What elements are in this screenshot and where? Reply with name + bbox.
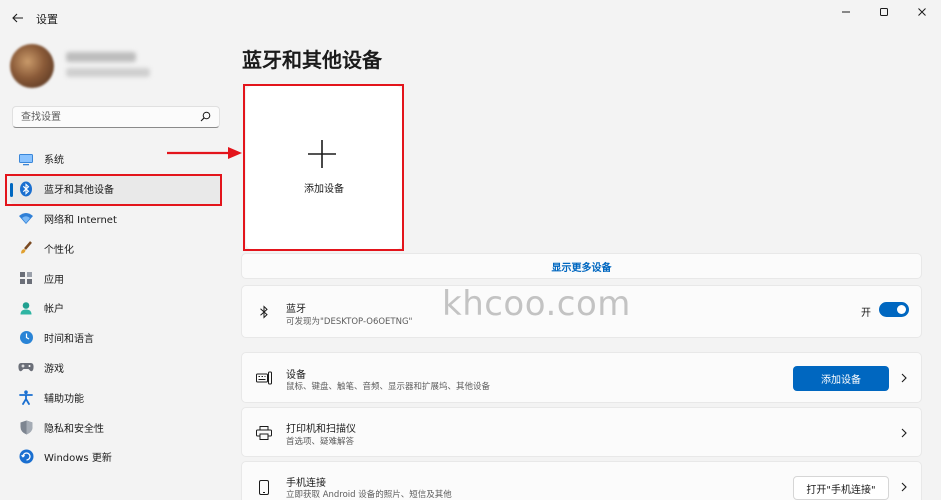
window-controls [827,0,941,24]
watermark: khcoo.com [442,284,631,324]
account-icon [18,300,34,316]
add-device-button[interactable]: 添加设备 [793,366,889,391]
title-bar: 设置 [0,0,941,36]
keyboard-speaker-icon [256,370,272,386]
phone-link-card[interactable]: 手机连接 立即获取 Android 设备的照片、短信及其他 打开"手机连接" [241,461,922,500]
back-button[interactable] [8,8,28,28]
maximize-button[interactable] [865,0,903,24]
profile-name-blurred [66,52,136,62]
phone-icon [256,479,272,495]
minimize-icon [842,11,850,13]
minimize-button[interactable] [827,0,865,24]
sidebar-item-windows-update[interactable]: Windows 更新 [10,442,222,472]
update-icon [18,449,34,465]
bluetooth-title: 蓝牙 [286,304,306,315]
bluetooth-icon [256,304,272,320]
devices-title: 设备 [286,370,306,381]
back-arrow-icon [12,13,23,23]
sidebar-item-privacy-security[interactable]: 隐私和安全性 [10,412,222,442]
maximize-icon [880,8,888,16]
sidebar-item-time-language[interactable]: 时间和语言 [10,323,222,353]
gamepad-icon [18,359,34,375]
printer-icon [256,425,272,441]
printers-scanners-card[interactable]: 打印机和扫描仪 首选项、疑难解答 [241,407,922,457]
avatar [10,44,54,88]
sidebar-item-label: Windows 更新 [44,453,112,465]
sidebar-item-label: 游戏 [44,363,64,375]
sidebar-item-apps[interactable]: 应用 [10,263,222,293]
shield-icon [18,419,34,435]
sidebar-item-label: 辅助功能 [44,393,84,405]
devices-card[interactable]: 设备 鼠标、键盘、触笔、音频、显示器和扩展坞、其他设备 添加设备 [241,352,922,403]
chevron-right-icon [901,428,907,438]
sidebar-item-personalization[interactable]: 个性化 [10,233,222,263]
bluetooth-discoverable-text: 可发现为"DESKTOP-O6OETNG" [286,317,413,327]
open-phone-link-button[interactable]: 打开"手机连接" [793,476,889,500]
printers-subtitle: 首选项、疑难解答 [286,437,355,447]
printers-title: 打印机和扫描仪 [286,424,356,435]
chevron-right-icon [901,482,907,492]
brush-icon [18,240,34,256]
phone-link-title: 手机连接 [286,478,326,489]
wifi-icon [18,210,34,226]
sidebar-item-accessibility[interactable]: 辅助功能 [10,382,222,412]
chevron-right-icon [901,373,907,383]
system-icon [18,151,34,167]
sidebar-item-label: 应用 [44,274,64,286]
clock-globe-icon [18,330,34,346]
bluetooth-toggle[interactable] [879,302,909,317]
devices-subtitle: 鼠标、键盘、触笔、音频、显示器和扩展坞、其他设备 [286,382,491,392]
search-input[interactable] [21,109,191,125]
search-icon[interactable] [200,111,211,122]
red-arrow-annotation [167,147,242,159]
sidebar-item-label: 个性化 [44,244,74,256]
profile-email-blurred [66,68,150,77]
highlight-box-sidebar [5,174,222,206]
sidebar-item-label: 网络和 Internet [44,214,117,226]
sidebar-item-label: 帐户 [44,304,64,316]
sidebar-item-label: 隐私和安全性 [44,423,104,435]
page-title: 蓝牙和其他设备 [242,48,382,72]
accessibility-icon [18,389,34,405]
sidebar-item-label: 时间和语言 [44,334,94,346]
apps-icon [18,270,34,286]
highlight-box-add-device [243,84,404,251]
bluetooth-toggle-label: 开 [861,308,871,319]
search-box [12,106,220,128]
sidebar-item-gaming[interactable]: 游戏 [10,353,222,383]
phone-link-subtitle: 立即获取 Android 设备的照片、短信及其他 [286,490,452,500]
app-title: 设置 [36,13,58,26]
close-icon [918,8,926,16]
show-more-devices-link[interactable]: 显示更多设备 [241,253,922,279]
close-button[interactable] [903,0,941,24]
sidebar-item-network[interactable]: 网络和 Internet [10,204,222,234]
sidebar-item-accounts[interactable]: 帐户 [10,293,222,323]
sidebar-item-label: 系统 [44,155,64,167]
